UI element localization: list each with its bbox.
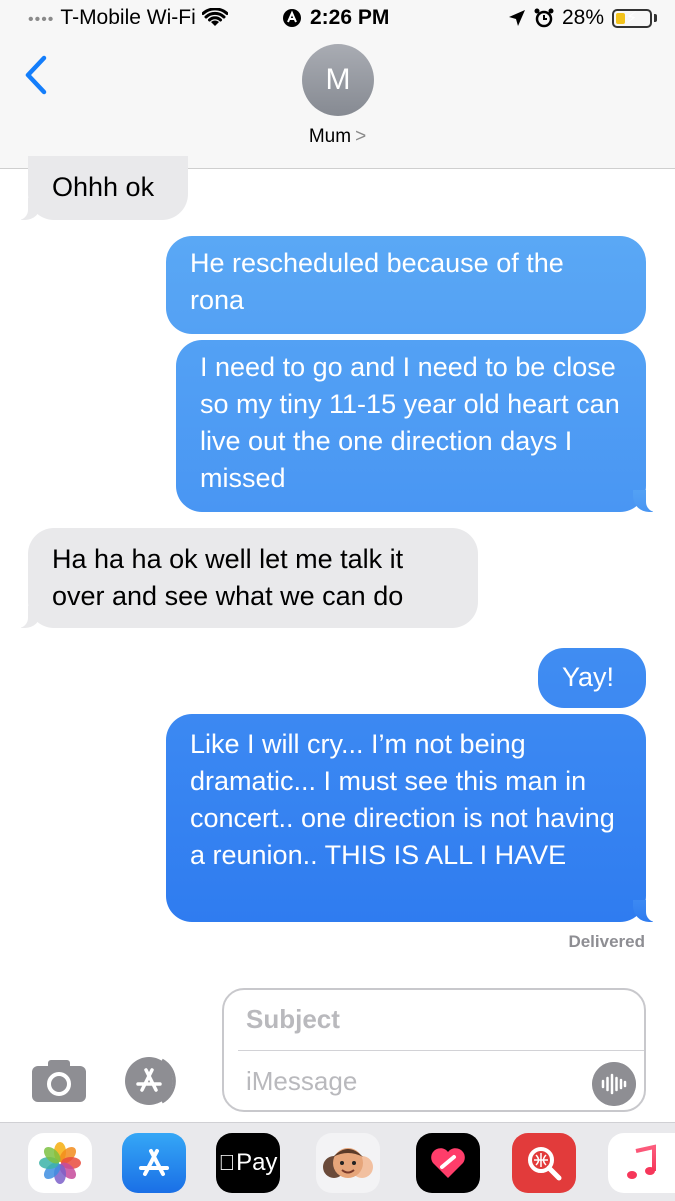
carrier-label: T-Mobile Wi-Fi xyxy=(60,6,196,29)
app-store-icon[interactable] xyxy=(122,1133,186,1193)
orientation-lock-icon xyxy=(283,9,301,27)
search-web-icon[interactable] xyxy=(512,1133,576,1193)
message-composer[interactable]: Subject iMessage xyxy=(222,988,646,1112)
message-bubble-sent[interactable]: He rescheduled because of the rona xyxy=(166,236,646,334)
signal-dots-icon: •••• xyxy=(28,11,55,28)
composer-divider xyxy=(238,1050,644,1051)
apple-pay-icon[interactable]: Pay xyxy=(216,1133,280,1193)
app-drawer: Pay xyxy=(0,1122,675,1201)
conversation-header: M Mum > xyxy=(0,36,675,169)
contact-name: Mum xyxy=(308,126,352,147)
message-input[interactable]: iMessage xyxy=(246,1066,357,1097)
location-icon xyxy=(508,10,525,26)
pay-label: Pay xyxy=(227,1149,277,1176)
camera-icon[interactable] xyxy=(30,1058,88,1104)
memoji-icon[interactable] xyxy=(316,1133,380,1193)
music-icon[interactable] xyxy=(608,1133,675,1193)
delivered-status: Delivered xyxy=(568,932,645,951)
message-bubble-sent[interactable]: I need to go and I need to be close so m… xyxy=(176,340,661,512)
chevron-right-icon: > xyxy=(355,126,367,147)
app-store-icon[interactable] xyxy=(124,1056,190,1106)
status-bar: •••• T-Mobile Wi-Fi 2:26 PM 28% ⚡ xyxy=(0,0,675,36)
message-bubble-sent[interactable]: Yay! xyxy=(538,648,646,708)
message-bubble-sent[interactable]: Like I will cry... I’m not being dramati… xyxy=(166,714,661,922)
battery-icon: ⚡ xyxy=(612,8,652,28)
alarm-icon xyxy=(534,8,554,28)
heart-app-icon[interactable] xyxy=(416,1133,480,1193)
status-time: 2:26 PM xyxy=(310,6,390,29)
battery-percent: 28% xyxy=(561,6,604,29)
message-bubble-received[interactable]: Ha ha ha ok well let me talk it over and… xyxy=(13,528,478,628)
photos-icon[interactable] xyxy=(28,1133,92,1193)
back-chevron-icon[interactable] xyxy=(18,50,58,100)
avatar[interactable]: M xyxy=(302,44,374,116)
wifi-icon xyxy=(201,8,228,26)
message-bubble-received[interactable]: Ohhh ok xyxy=(13,156,188,220)
subject-field[interactable]: Subject xyxy=(246,1004,340,1035)
contact-name-button[interactable]: Mum > xyxy=(0,126,675,148)
audio-message-icon[interactable] xyxy=(592,1062,636,1106)
